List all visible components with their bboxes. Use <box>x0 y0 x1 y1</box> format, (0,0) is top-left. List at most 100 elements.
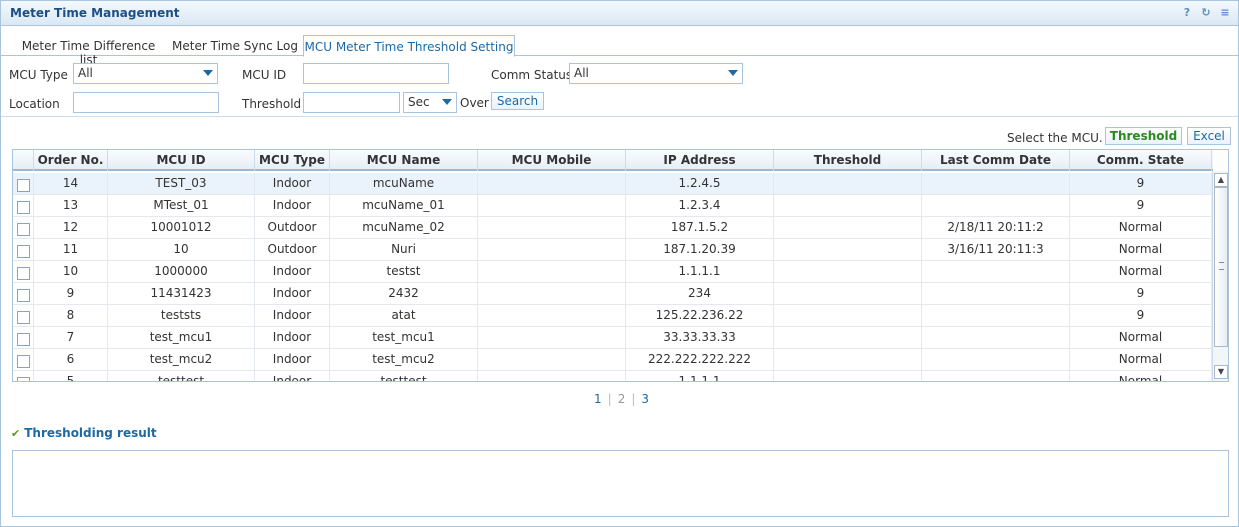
table-cell: 9 <box>1070 283 1212 305</box>
table-row[interactable]: 10 1000000 Indoor testst 1.1.1.1 Normal <box>13 261 1213 283</box>
location-label: Location <box>9 97 60 111</box>
column-header[interactable]: MCU Mobile <box>478 150 626 171</box>
table-cell <box>774 239 922 261</box>
tab-mcu-threshold-setting[interactable]: MCU Meter Time Threshold Setting <box>303 35 515 57</box>
comm-status-label: Comm Status <box>491 68 573 82</box>
row-checkbox[interactable] <box>17 223 30 236</box>
table-cell: Normal <box>1070 239 1212 261</box>
threshold-input[interactable] <box>303 92 400 113</box>
row-checkbox[interactable] <box>17 201 30 214</box>
scroll-up-icon[interactable]: ▲ <box>1214 173 1228 187</box>
table-row[interactable]: 6 test_mcu2 Indoor test_mcu2 222.222.222.222… <box>13 349 1213 371</box>
scroll-down-icon[interactable]: ▼ <box>1214 365 1228 379</box>
row-checkbox[interactable] <box>17 355 30 368</box>
row-checkbox-cell <box>13 283 34 305</box>
column-header[interactable]: MCU Name <box>330 150 478 171</box>
table-cell <box>478 173 626 195</box>
table-cell: test_mcu1 <box>108 327 255 349</box>
excel-button[interactable]: Excel <box>1187 127 1231 145</box>
table-row[interactable]: 11 10 Outdoor Nuri 187.1.20.39 3/16/11 20:11:… <box>13 239 1213 261</box>
scroll-thumb[interactable] <box>1214 187 1228 347</box>
table-cell: test_mcu1 <box>330 327 478 349</box>
row-checkbox[interactable] <box>17 289 30 302</box>
mcu-type-label: MCU Type <box>9 68 68 82</box>
row-checkbox-cell <box>13 239 34 261</box>
page-link[interactable]: 1 <box>594 392 602 406</box>
column-header[interactable]: Order No. <box>34 150 108 171</box>
header-checkbox-cell <box>13 150 34 171</box>
table-cell: TEST_03 <box>108 173 255 195</box>
tab-meter-time-difference[interactable]: Meter Time Difference list <box>11 35 166 67</box>
threshold-button[interactable]: Threshold <box>1105 127 1182 145</box>
unit-value: Sec <box>408 95 430 109</box>
table-cell <box>478 305 626 327</box>
mcu-id-input[interactable] <box>303 63 449 84</box>
comm-status-value: All <box>574 66 589 80</box>
table-row[interactable]: 8 teststs Indoor atat 125.22.236.22 9 <box>13 305 1213 327</box>
table-row[interactable]: 7 test_mcu1 Indoor test_mcu1 33.33.33.33 Norm… <box>13 327 1213 349</box>
column-header[interactable]: Comm. State <box>1070 150 1212 171</box>
table-row[interactable]: 9 11431423 Indoor 2432 234 9 <box>13 283 1213 305</box>
refresh-icon[interactable]: ↻ <box>1199 6 1213 20</box>
table-cell: testtest <box>330 371 478 381</box>
row-checkbox[interactable] <box>17 333 30 346</box>
table-cell <box>478 217 626 239</box>
help-icon[interactable]: ? <box>1180 6 1194 20</box>
table-cell: Indoor <box>255 371 330 381</box>
table-row[interactable]: 13 MTest_01 Indoor mcuName_01 1.2.3.4 9 <box>13 195 1213 217</box>
table-cell <box>774 195 922 217</box>
table-row[interactable]: 5 testtest Indoor testtest 1.1.1.1 Normal <box>13 371 1213 381</box>
page-link[interactable]: 2 <box>618 392 626 406</box>
table-cell <box>922 261 1070 283</box>
row-checkbox-cell <box>13 195 34 217</box>
comm-status-select[interactable]: All <box>569 63 743 84</box>
table-cell: Indoor <box>255 305 330 327</box>
table-cell: Outdoor <box>255 217 330 239</box>
page-link[interactable]: 3 <box>641 392 649 406</box>
pager-divider: | <box>631 392 636 406</box>
tab-meter-time-sync-log[interactable]: Meter Time Sync Log <box>169 35 301 56</box>
table-cell <box>922 371 1070 381</box>
row-checkbox[interactable] <box>17 267 30 280</box>
row-checkbox[interactable] <box>17 377 30 381</box>
table-cell: Indoor <box>255 195 330 217</box>
chevron-down-icon <box>203 70 213 76</box>
vertical-scrollbar[interactable]: ▲ ▼ <box>1212 171 1228 381</box>
table-cell: 9 <box>34 283 108 305</box>
table-cell: 1.1.1.1 <box>626 371 774 381</box>
table-cell <box>478 283 626 305</box>
menu-icon[interactable]: ≡ <box>1218 6 1232 20</box>
row-checkbox[interactable] <box>17 179 30 192</box>
location-input[interactable] <box>73 92 219 113</box>
row-checkbox-cell <box>13 173 34 195</box>
row-checkbox-cell <box>13 371 34 381</box>
table-cell <box>774 173 922 195</box>
table-cell: Outdoor <box>255 239 330 261</box>
row-checkbox[interactable] <box>17 245 30 258</box>
unit-select[interactable]: Sec <box>403 92 457 113</box>
column-header[interactable]: Last Comm Date <box>922 150 1070 171</box>
table-cell: Indoor <box>255 173 330 195</box>
search-button[interactable]: Search <box>491 92 544 110</box>
table-cell: 33.33.33.33 <box>626 327 774 349</box>
table-cell: 1.2.4.5 <box>626 173 774 195</box>
table-row[interactable]: 12 10001012 Outdoor mcuName_02 187.1.5.2 2/18… <box>13 217 1213 239</box>
table-cell: 9 <box>1070 173 1212 195</box>
table-cell: 3/16/11 20:11:3 <box>922 239 1070 261</box>
table-cell: testst <box>330 261 478 283</box>
row-checkbox[interactable] <box>17 311 30 324</box>
mcu-type-select[interactable]: All <box>73 63 218 84</box>
table-cell <box>774 371 922 381</box>
column-header[interactable]: IP Address <box>626 150 774 171</box>
over-label: Over <box>460 96 489 110</box>
column-header[interactable]: MCU ID <box>108 150 255 171</box>
table-cell <box>774 305 922 327</box>
grip-icon <box>1219 262 1224 270</box>
table-cell <box>922 173 1070 195</box>
row-checkbox-cell <box>13 261 34 283</box>
table-row[interactable]: 14 TEST_03 Indoor mcuName 1.2.4.5 9 <box>13 173 1213 195</box>
table-cell <box>774 217 922 239</box>
table-cell: 1.2.3.4 <box>626 195 774 217</box>
column-header[interactable]: MCU Type <box>255 150 330 171</box>
column-header[interactable]: Threshold <box>774 150 922 171</box>
